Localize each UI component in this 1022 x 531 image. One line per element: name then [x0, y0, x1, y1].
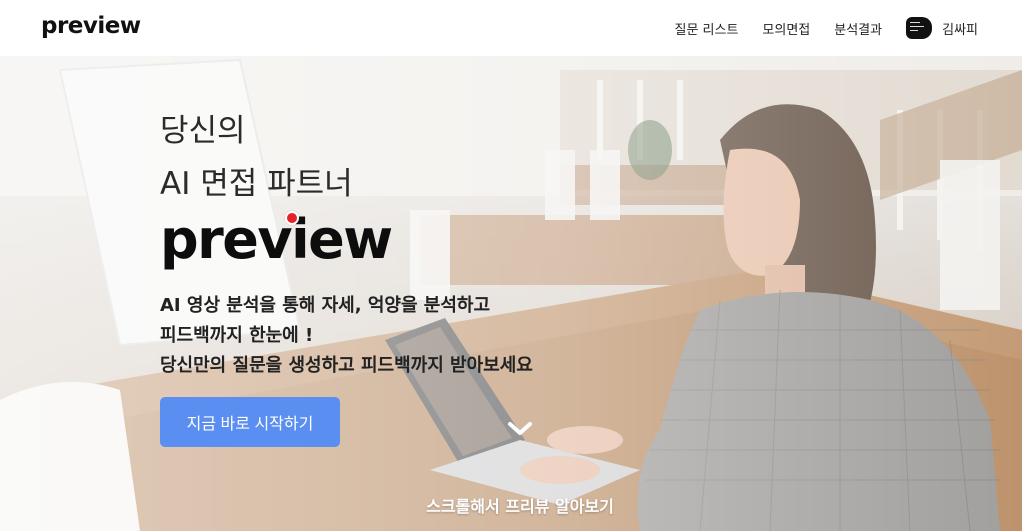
- hero-background: [0, 0, 1022, 531]
- hero-description: AI 영상 분석을 통해 자세, 억양을 분석하고 피드백까지 한눈에 ! 당신…: [160, 291, 533, 381]
- hero-brand-logo: preview: [160, 208, 393, 271]
- nav-analysis-results[interactable]: 분석결과: [834, 19, 882, 38]
- top-header: preview 질문 리스트 모의면접 분석결과 김싸피: [0, 0, 1022, 56]
- logo[interactable]: preview: [41, 13, 141, 39]
- description-line-1: AI 영상 분석을 통해 자세, 억양을 분석하고: [160, 295, 491, 316]
- description-line-3: 당신만의 질문을 생성하고 피드백까지 받아보세요: [160, 355, 533, 376]
- tagline-line-2: AI 면접 파트너: [160, 166, 353, 202]
- hero-veil: [0, 0, 1022, 531]
- user-menu[interactable]: 김싸피: [906, 17, 978, 39]
- scroll-hint-label[interactable]: 스크롤해서 프리뷰 알아보기: [0, 493, 1022, 517]
- nav-question-list[interactable]: 질문 리스트: [674, 19, 738, 38]
- user-name: 김싸피: [942, 22, 978, 38]
- start-now-button[interactable]: 지금 바로 시작하기: [160, 397, 340, 447]
- description-line-2: 피드백까지 한눈에 !: [160, 325, 314, 346]
- tagline-line-1: 당신의: [160, 113, 246, 149]
- main-nav: 질문 리스트 모의면접 분석결과 김싸피: [674, 0, 978, 56]
- hero-tagline: 당신의 AI 면접 파트너: [160, 105, 353, 211]
- avatar-icon: [906, 17, 933, 39]
- brand-dot-icon: [285, 211, 299, 225]
- chevron-down-icon[interactable]: [506, 419, 534, 439]
- nav-mock-interview[interactable]: 모의면접: [762, 19, 810, 38]
